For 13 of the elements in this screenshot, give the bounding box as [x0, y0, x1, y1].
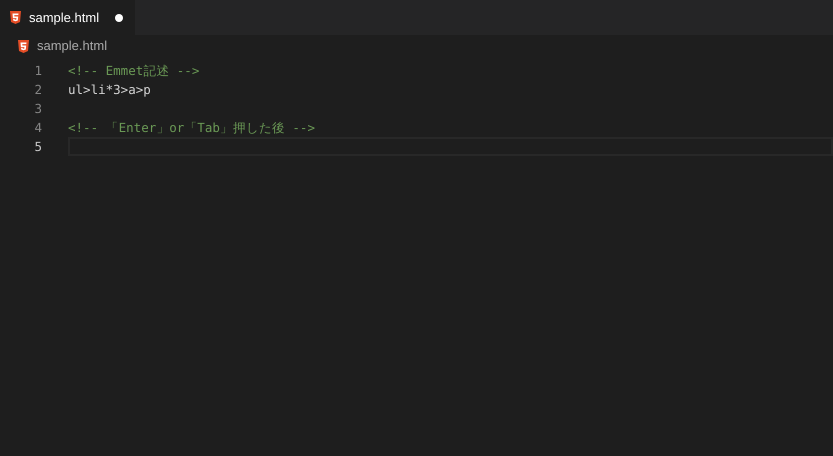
html-file-icon: [18, 40, 29, 52]
code-line: ul>li*3>a>p: [68, 81, 152, 99]
html-file-icon: [10, 11, 21, 24]
line-number: 1: [33, 62, 42, 80]
breadcrumb-item[interactable]: sample.html: [37, 36, 108, 56]
line-number: 3: [33, 100, 42, 118]
unsaved-dot-icon: [115, 14, 124, 22]
code-comment: <!-- 「Enter」or「Tab」押した後 -->: [68, 119, 316, 137]
line-number: 4: [33, 119, 42, 137]
editor-tab[interactable]: sample.html: [0, 0, 136, 35]
line-number: 2: [33, 81, 42, 99]
code-comment: <!-- Emmet記述 -->: [68, 62, 200, 80]
line-number: 5: [33, 138, 42, 156]
